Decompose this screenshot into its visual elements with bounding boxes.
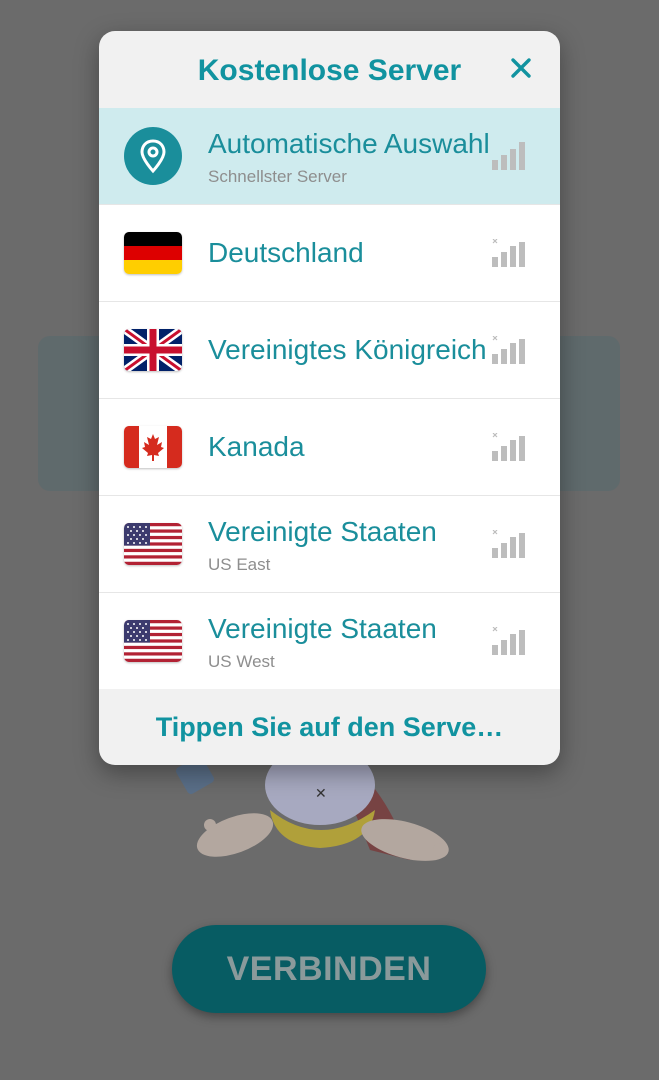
dialog-title: Kostenlose Server xyxy=(197,53,462,87)
signal-strength-icon xyxy=(492,530,525,558)
germany-flag-icon xyxy=(124,232,182,274)
server-row-automatic[interactable]: Automatische Auswahl Schnellster Server xyxy=(99,108,560,204)
server-name: Vereinigtes Königreich xyxy=(208,334,487,365)
svg-text:✕: ✕ xyxy=(315,786,327,802)
signal-strength-icon xyxy=(492,336,525,364)
server-row-canada[interactable]: Kanada xyxy=(99,398,560,495)
connect-button[interactable]: VERBINDEN xyxy=(172,925,486,1013)
server-subtitle: US East xyxy=(208,555,271,574)
server-name: Kanada xyxy=(208,431,305,462)
signal-strength-icon xyxy=(492,627,525,655)
signal-strength-icon xyxy=(492,239,525,267)
dialog-footer-hint: Tippen Sie auf den Serve… xyxy=(155,711,504,742)
server-name: Vereinigte Staaten xyxy=(208,516,437,547)
uk-flag-icon xyxy=(124,329,182,371)
server-subtitle: US West xyxy=(208,652,275,671)
server-row-us-west[interactable]: Vereinigte Staaten US West xyxy=(99,592,560,689)
server-name: Automatische Auswahl xyxy=(208,128,490,159)
server-row-us-east[interactable]: Vereinigte Staaten US East xyxy=(99,495,560,592)
server-dialog: Kostenlose Server Automatische Auswahl S… xyxy=(99,31,560,765)
server-list: Automatische Auswahl Schnellster Server … xyxy=(99,108,560,689)
signal-strength-icon xyxy=(492,142,525,170)
server-name: Deutschland xyxy=(208,237,364,268)
close-icon[interactable] xyxy=(506,53,536,83)
server-name: Vereinigte Staaten xyxy=(208,613,437,644)
usa-flag-icon xyxy=(124,523,182,565)
location-pin-icon xyxy=(124,127,182,185)
canada-flag-icon xyxy=(124,426,182,468)
server-row-germany[interactable]: Deutschland xyxy=(99,204,560,301)
usa-flag-icon xyxy=(124,620,182,662)
server-row-uk[interactable]: Vereinigtes Königreich xyxy=(99,301,560,398)
dialog-header: Kostenlose Server xyxy=(99,31,560,108)
server-subtitle: Schnellster Server xyxy=(208,167,347,186)
signal-strength-icon xyxy=(492,433,525,461)
